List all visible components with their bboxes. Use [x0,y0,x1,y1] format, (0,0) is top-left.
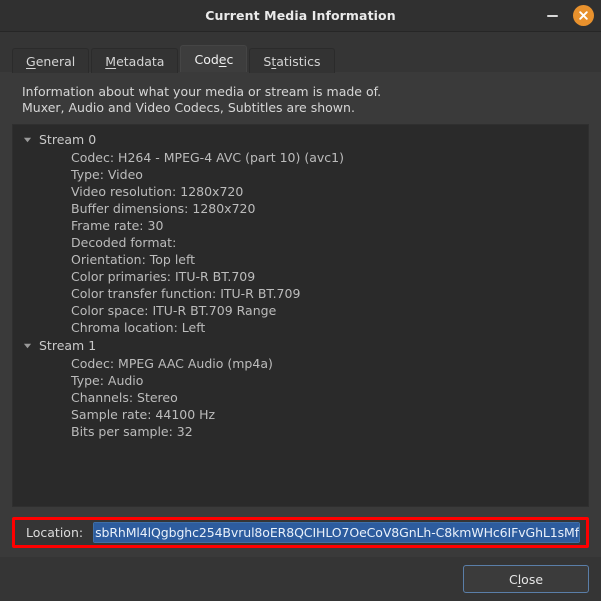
stream-row: Video resolution: 1280x720 [13,183,588,200]
stream-row: Bits per sample: 32 [13,423,588,440]
stream-row: Color primaries: ITU-R BT.709 [13,268,588,285]
stream-row: Codec: MPEG AAC Audio (mp4a) [13,355,588,372]
stream-group-1: Stream 1 Codec: MPEG AAC Audio (mp4a) Ty… [13,336,588,440]
window-controls [541,0,594,31]
window-title: Current Media Information [205,8,396,23]
location-label: Location: [22,525,83,540]
stream-row: Color transfer function: ITU-R BT.709 [13,285,588,302]
tab-general-label: General [26,54,75,69]
tab-codec[interactable]: Codec [180,45,247,72]
stream-row: Color space: ITU-R BT.709 Range [13,302,588,319]
stream-row: Buffer dimensions: 1280x720 [13,200,588,217]
location-row: Location: sbRhMl4lQgbghc254Bvrul8oER8QCI… [12,517,589,548]
streams-scroll-pane[interactable]: Stream 0 Codec: H264 - MPEG-4 AVC (part … [12,124,589,507]
media-information-dialog: Current Media Information General Metada… [0,0,601,601]
tab-statistics[interactable]: Statistics [249,48,334,73]
stream-row: Sample rate: 44100 Hz [13,406,588,423]
stream-0-header[interactable]: Stream 0 [13,130,588,149]
stream-row: Channels: Stereo [13,389,588,406]
titlebar: Current Media Information [0,0,601,32]
stream-1-header[interactable]: Stream 1 [13,336,588,355]
stream-row: Decoded format: [13,234,588,251]
stream-1-rows: Codec: MPEG AAC Audio (mp4a) Type: Audio… [13,355,588,440]
tab-codec-label: Codec [194,52,233,67]
codec-description-line2: Muxer, Audio and Video Codecs, Subtitles… [22,100,589,116]
stream-0-title: Stream 0 [39,131,96,148]
close-button[interactable]: Close [463,565,589,593]
close-window-icon[interactable] [573,5,594,26]
location-highlight-box: Location: sbRhMl4lQgbghc254Bvrul8oER8QCI… [12,517,589,548]
stream-0-rows: Codec: H264 - MPEG-4 AVC (part 10) (avc1… [13,149,588,336]
stream-row: Type: Video [13,166,588,183]
minimize-icon[interactable] [541,5,563,27]
stream-row: Frame rate: 30 [13,217,588,234]
tab-content-codec: Information about what your media or str… [0,72,601,557]
codec-description: Information about what your media or str… [12,82,589,124]
codec-description-line1: Information about what your media or str… [22,84,589,100]
stream-1-title: Stream 1 [39,337,96,354]
close-button-label: Close [509,572,543,587]
chevron-down-icon[interactable] [23,341,32,350]
tab-bar: General Metadata Codec Statistics [0,32,601,72]
chevron-down-icon[interactable] [23,135,32,144]
tab-general[interactable]: General [12,48,89,73]
stream-row: Codec: H264 - MPEG-4 AVC (part 10) (avc1… [13,149,588,166]
stream-row: Chroma location: Left [13,319,588,336]
stream-row: Orientation: Top left [13,251,588,268]
stream-row: Type: Audio [13,372,588,389]
dialog-footer: Close [0,557,601,601]
location-input[interactable]: sbRhMl4lQgbghc254Bvrul8oER8QCIHLO7OeCoV8… [93,522,580,543]
location-value: sbRhMl4lQgbghc254Bvrul8oER8QCIHLO7OeCoV8… [94,523,579,542]
tab-statistics-label: Statistics [263,54,320,69]
tab-metadata[interactable]: Metadata [91,48,178,73]
tab-metadata-label: Metadata [105,54,164,69]
stream-group-0: Stream 0 Codec: H264 - MPEG-4 AVC (part … [13,130,588,336]
